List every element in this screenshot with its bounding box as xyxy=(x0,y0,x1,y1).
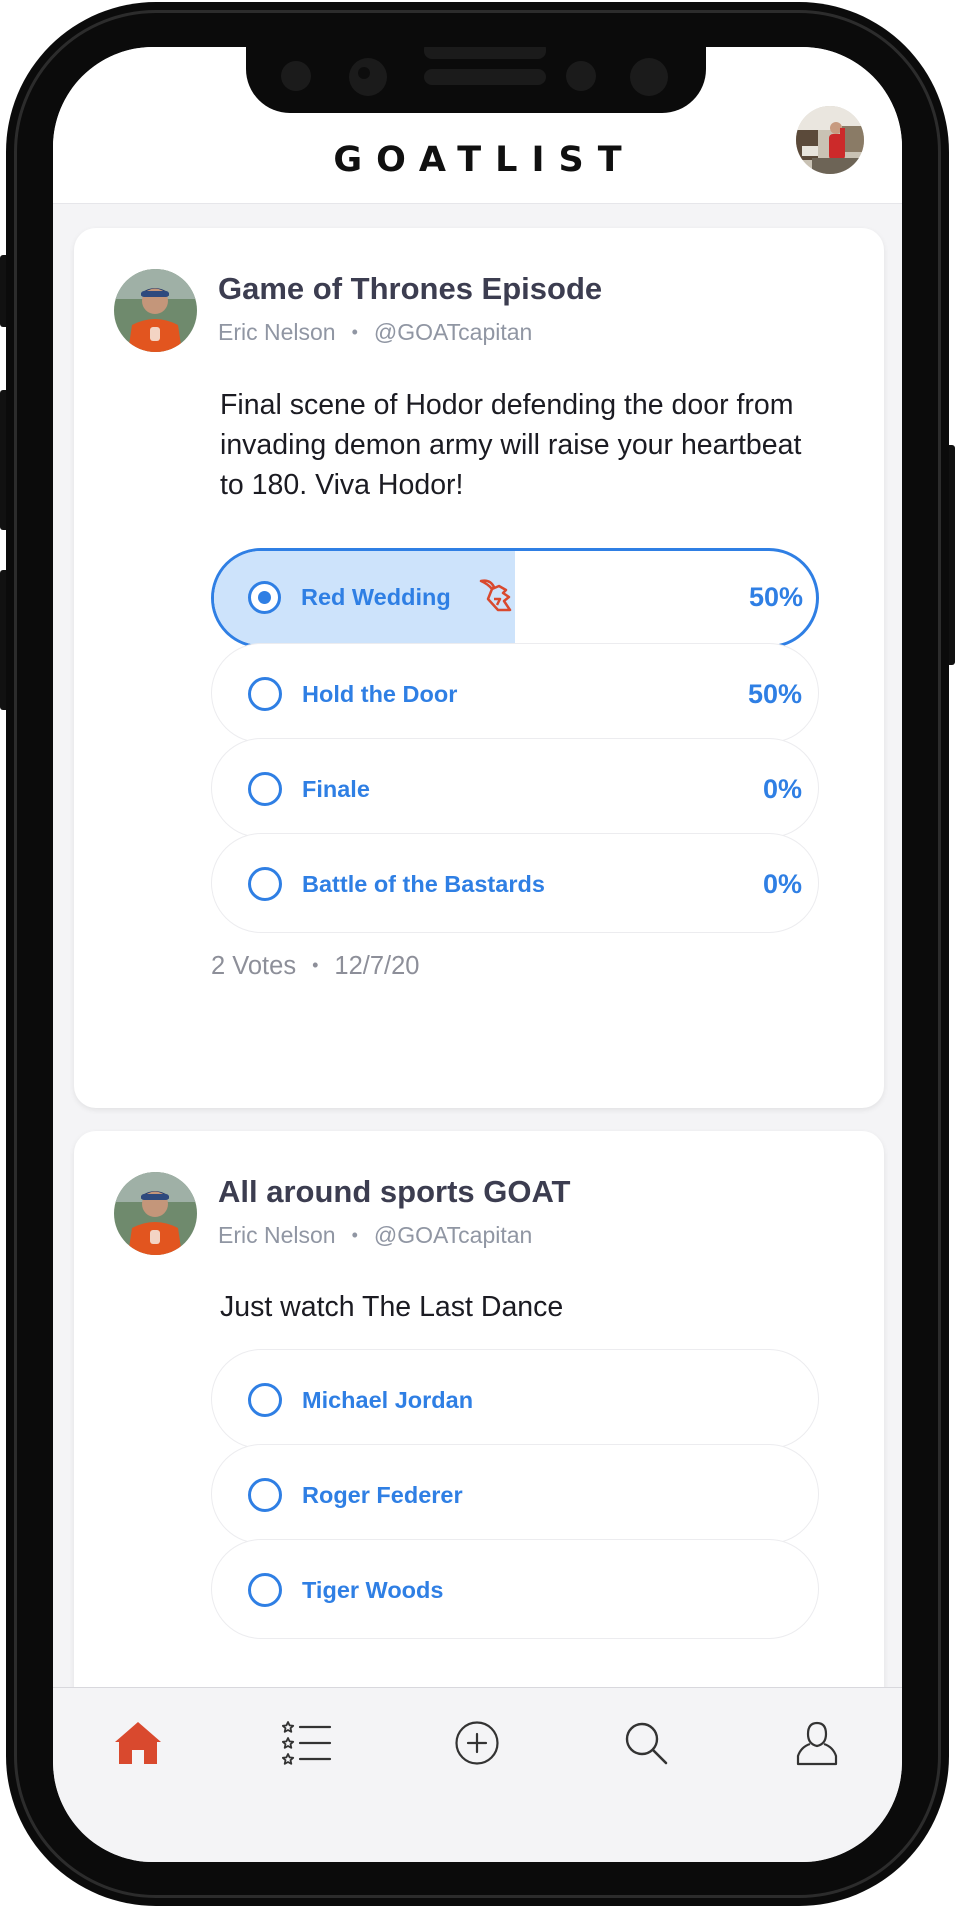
vote-count: 2 Votes xyxy=(211,952,297,980)
separator-dot: • xyxy=(312,955,319,975)
speaker-grille-2 xyxy=(424,69,546,85)
radio-unselected[interactable] xyxy=(248,1573,282,1607)
option-label: Red Wedding xyxy=(301,584,451,610)
poll-option[interactable]: Roger Federer xyxy=(211,1444,819,1544)
poll-option[interactable]: Battle of the Bastards 0% xyxy=(211,833,819,933)
sensor-dot xyxy=(281,61,311,91)
option-percent: 50% xyxy=(747,679,802,709)
post-title: All around sports GOAT xyxy=(218,1174,571,1209)
author-handle[interactable]: @GOATcapitan xyxy=(374,1222,532,1248)
radio-unselected[interactable] xyxy=(248,772,282,806)
goat-icon xyxy=(479,579,512,612)
post-byline: Eric Nelson • @GOATcapitan xyxy=(218,319,532,346)
poll-option[interactable]: Tiger Woods xyxy=(211,1539,819,1639)
plus-circle-icon xyxy=(454,1721,499,1765)
poll-meta: 2 Votes • 12/7/20 xyxy=(211,952,419,981)
post-date: 12/7/20 xyxy=(334,952,420,980)
author-name[interactable]: Eric Nelson xyxy=(218,319,336,345)
front-camera xyxy=(349,58,387,96)
notch xyxy=(246,47,706,113)
radio-unselected[interactable] xyxy=(248,1383,282,1417)
speaker-grille xyxy=(424,47,546,59)
separator-dot: • xyxy=(351,322,358,342)
post-byline: Eric Nelson • @GOATcapitan xyxy=(218,1222,532,1249)
option-percent: 50% xyxy=(748,582,803,612)
author-name[interactable]: Eric Nelson xyxy=(218,1222,336,1248)
poll-option[interactable]: Michael Jordan xyxy=(211,1349,819,1449)
separator-dot: • xyxy=(351,1225,358,1245)
tab-lists[interactable] xyxy=(222,1688,391,1798)
option-percent: 0% xyxy=(762,869,802,899)
app-screen: GOATLIST Game of Thrones Episode Eric Ne… xyxy=(53,47,902,1862)
option-label: Tiger Woods xyxy=(302,1577,444,1603)
poll-option[interactable]: Hold the Door 50% xyxy=(211,643,819,743)
poll-option[interactable]: Finale 0% xyxy=(211,738,819,838)
option-label: Roger Federer xyxy=(302,1482,463,1508)
radio-unselected[interactable] xyxy=(248,677,282,711)
radio-dot xyxy=(258,591,271,604)
home-icon xyxy=(114,1722,161,1764)
sensor-dot-2 xyxy=(566,61,596,91)
app-title: GOATLIST xyxy=(333,140,636,180)
poll-feed[interactable]: Game of Thrones Episode Eric Nelson • @GOA… xyxy=(53,204,902,1687)
poll-card: Game of Thrones Episode Eric Nelson • @GOA… xyxy=(74,228,884,1108)
option-label: Battle of the Bastards xyxy=(302,871,545,897)
option-label: Michael Jordan xyxy=(302,1387,474,1413)
poll-option[interactable]: Red Wedding 50% xyxy=(211,548,819,648)
tab-profile[interactable] xyxy=(732,1688,901,1798)
profile-avatar[interactable] xyxy=(796,106,864,174)
option-percent: 0% xyxy=(762,774,802,804)
star-list-icon xyxy=(281,1721,331,1765)
search-icon xyxy=(625,1722,667,1765)
option-label: Finale xyxy=(302,776,370,802)
post-body: Final scene of Hodor defending the door … xyxy=(220,389,802,501)
user-icon xyxy=(796,1721,837,1766)
author-avatar[interactable] xyxy=(114,1172,197,1255)
author-avatar[interactable] xyxy=(114,269,197,352)
radio-unselected[interactable] xyxy=(248,867,282,901)
option-label: Hold the Door xyxy=(302,681,458,707)
tab-create[interactable] xyxy=(392,1688,561,1798)
tab-bar xyxy=(53,1687,902,1862)
post-body: Just watch The Last Dance xyxy=(220,1291,564,1323)
author-handle[interactable]: @GOATcapitan xyxy=(374,319,532,345)
tab-home[interactable] xyxy=(53,1688,222,1798)
post-title: Game of Thrones Episode xyxy=(218,271,603,306)
tab-search[interactable] xyxy=(561,1688,730,1798)
proximity-sensor xyxy=(630,58,668,96)
poll-card: All around sports GOAT Eric Nelson • @GOAT… xyxy=(74,1131,884,1687)
radio-selected[interactable] xyxy=(248,581,281,614)
radio-unselected[interactable] xyxy=(248,1478,282,1512)
